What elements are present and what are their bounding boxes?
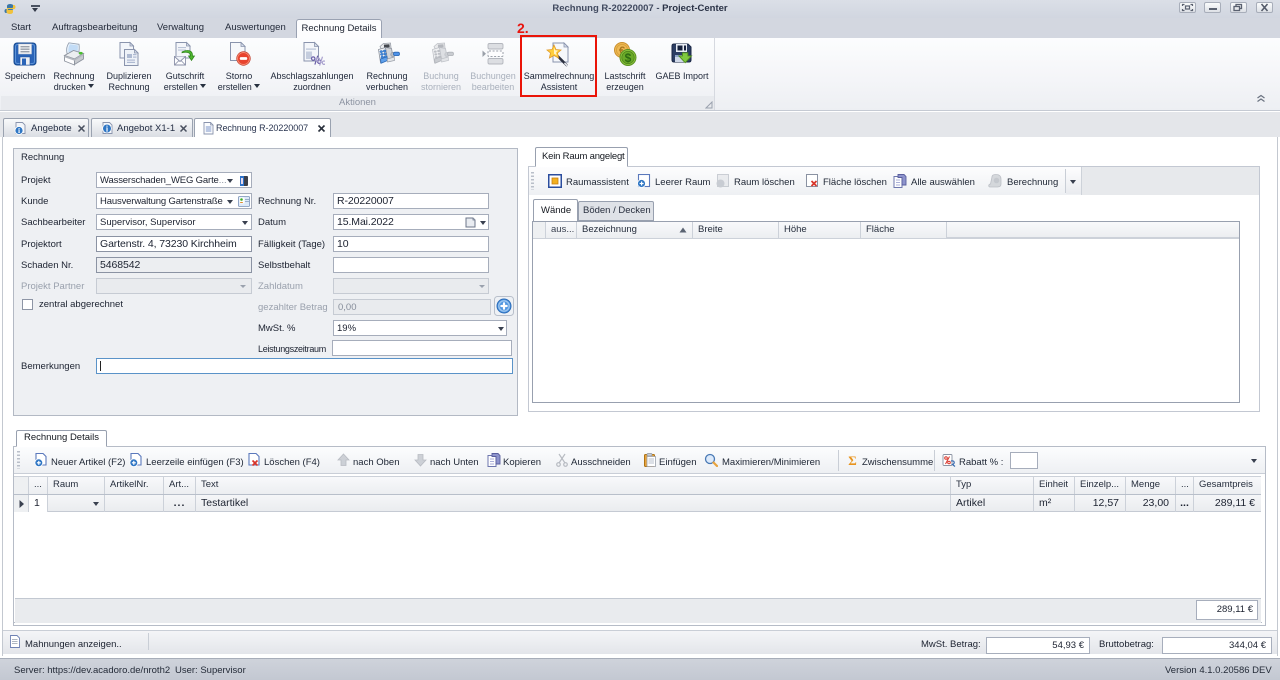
svg-text:i: i xyxy=(18,126,20,135)
svg-text:$: $ xyxy=(625,51,632,65)
svg-text:Σ: Σ xyxy=(848,453,857,467)
